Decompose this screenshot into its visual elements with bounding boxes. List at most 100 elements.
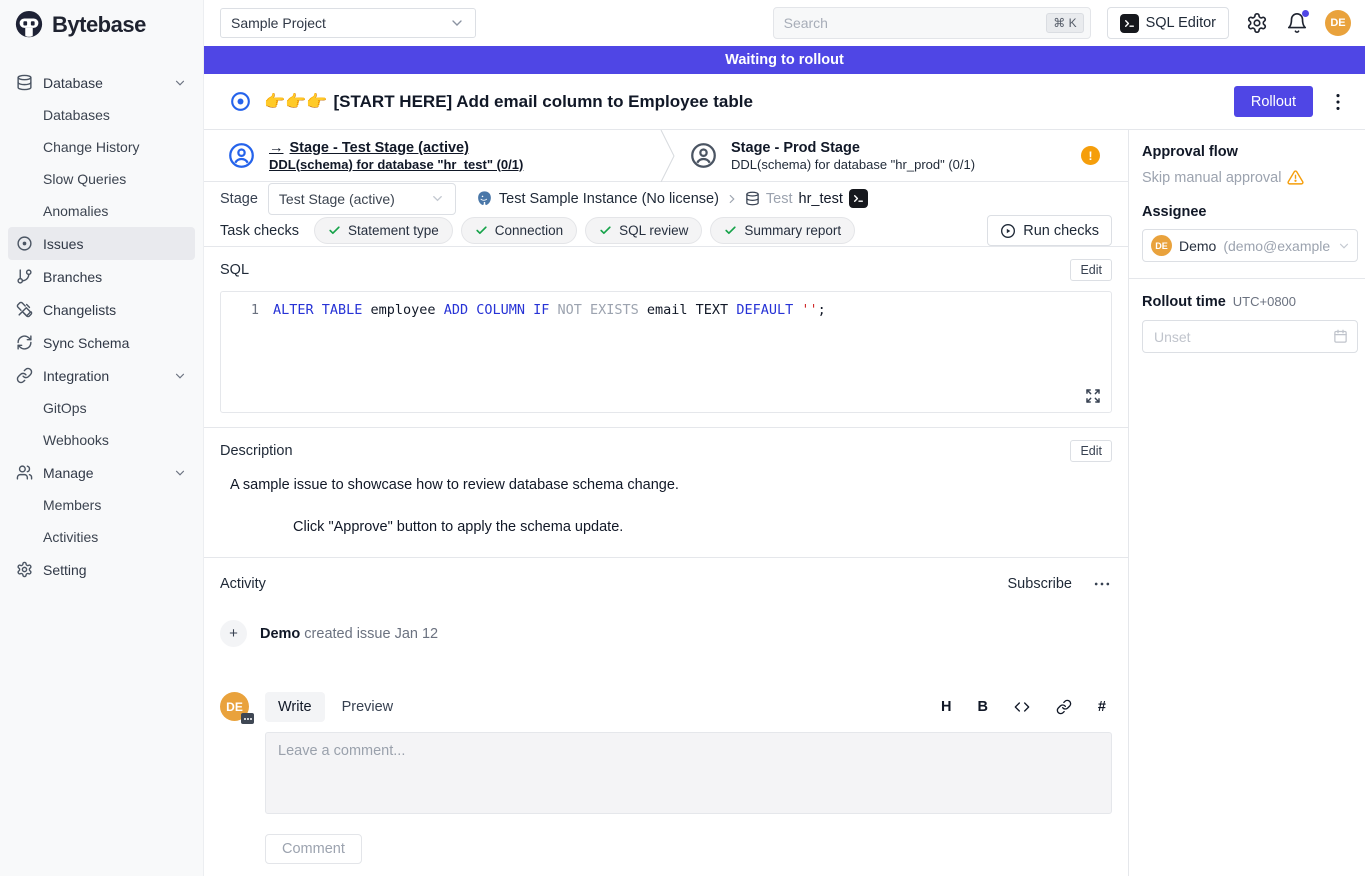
sql-edit-button[interactable]: Edit — [1070, 259, 1112, 281]
user-circle-icon — [228, 142, 255, 169]
check-pill-label: Statement type — [348, 223, 439, 238]
check-pill-summary-report[interactable]: Summary report — [710, 217, 855, 244]
settings-gear-button[interactable] — [1245, 11, 1269, 35]
search-input[interactable] — [784, 15, 1047, 31]
stage-pipeline: →Stage - Test Stage (active) DDL(schema)… — [204, 130, 1128, 182]
approval-flow-value: Skip manual approval — [1142, 169, 1358, 186]
project-select[interactable]: Sample Project — [220, 8, 476, 38]
left-sidebar: Bytebase Database Databases Change Histo… — [0, 0, 204, 876]
sidebar-item-changelists[interactable]: Changelists — [8, 293, 195, 326]
user-circle-icon — [690, 142, 717, 169]
notification-dot — [1302, 10, 1309, 17]
stage-task-detail: DDL(schema) for database "hr_prod" (0/1) — [731, 157, 975, 172]
sidebar-item-databases[interactable]: Databases — [8, 99, 195, 131]
open-sql-editor-icon[interactable] — [849, 189, 868, 208]
sidebar-item-setting[interactable]: Setting — [8, 553, 195, 586]
assignee-avatar: DE — [1151, 235, 1172, 256]
sidebar-item-anomalies[interactable]: Anomalies — [8, 195, 195, 227]
postgresql-icon — [476, 190, 493, 207]
code-format-button[interactable] — [1014, 699, 1030, 715]
check-icon — [475, 224, 488, 237]
active-stage-arrow: → — [269, 140, 284, 156]
check-icon — [328, 224, 341, 237]
bold-format-button[interactable]: B — [977, 699, 987, 715]
rollout-time-label: Rollout time — [1142, 294, 1226, 310]
skip-approval-text: Skip manual approval — [1142, 170, 1281, 186]
subscribe-button[interactable]: Subscribe — [1008, 576, 1072, 592]
sql-editor-button[interactable]: SQL Editor — [1107, 7, 1229, 39]
sidebar-item-branches[interactable]: Branches — [8, 260, 195, 293]
search-box[interactable]: ⌘ K — [773, 7, 1091, 39]
check-pill-statement-type[interactable]: Statement type — [314, 217, 453, 244]
sidebar-item-slow-queries[interactable]: Slow Queries — [8, 163, 195, 195]
expand-icon[interactable] — [1085, 388, 1101, 404]
activity-label: Activity — [220, 576, 266, 592]
sidebar-item-activities[interactable]: Activities — [8, 521, 195, 553]
comment-submit-button[interactable]: Comment — [265, 834, 362, 864]
user-avatar[interactable]: DE — [1325, 10, 1351, 36]
sidebar-item-label: Integration — [43, 368, 163, 384]
sidebar-nav: Database Databases Change History Slow Q… — [0, 48, 203, 586]
run-checks-button[interactable]: Run checks — [987, 215, 1112, 246]
instance-name[interactable]: Test Sample Instance (No license) — [499, 191, 719, 207]
status-banner[interactable]: Waiting to rollout — [204, 46, 1365, 74]
more-horizontal-icon[interactable] — [1092, 574, 1112, 594]
sidebar-item-manage[interactable]: Manage — [8, 456, 195, 489]
chevron-down-icon — [449, 15, 465, 31]
sidebar-item-sync-schema[interactable]: Sync Schema — [8, 326, 195, 359]
sidebar-item-label: GitOps — [43, 400, 187, 416]
rollout-button[interactable]: Rollout — [1234, 86, 1313, 117]
app-window: Bytebase Database Databases Change Histo… — [0, 0, 1365, 876]
hash-format-button[interactable]: # — [1098, 699, 1106, 715]
check-pill-sql-review[interactable]: SQL review — [585, 217, 702, 244]
link-format-button[interactable] — [1056, 699, 1072, 715]
task-checks-row: Task checks Statement type Connection SQ… — [204, 215, 1128, 247]
description-text: Click "Approve" button to apply the sche… — [293, 519, 1112, 535]
activity-entry: + Democreated issue Jan 12 — [220, 620, 1112, 647]
more-options-icon[interactable] — [1327, 91, 1349, 113]
content-row: →Stage - Test Stage (active) DDL(schema)… — [204, 130, 1365, 876]
gear-icon — [16, 561, 33, 578]
activity-actor[interactable]: Demo — [260, 626, 300, 642]
chevron-down-icon — [173, 76, 187, 90]
stage-select-value: Test Stage (active) — [279, 191, 395, 207]
comment-avatar: DE — [220, 692, 249, 721]
check-pill-connection[interactable]: Connection — [461, 217, 577, 244]
comment-editor: DE Write Preview H B — [220, 692, 1112, 864]
sql-editor-label: SQL Editor — [1146, 15, 1216, 31]
sidebar-item-integration[interactable]: Integration — [8, 359, 195, 392]
sidebar-item-issues[interactable]: Issues — [8, 227, 195, 260]
stage-text: Stage - Prod Stage DDL(schema) for datab… — [731, 140, 975, 172]
terminal-icon — [1120, 14, 1139, 33]
play-circle-icon — [1000, 223, 1016, 239]
rollout-time-placeholder: Unset — [1154, 329, 1191, 345]
notifications-bell-button[interactable] — [1285, 11, 1309, 35]
stage-card-prod[interactable]: Stage - Prod Stage DDL(schema) for datab… — [678, 130, 1128, 181]
tab-preview[interactable]: Preview — [329, 692, 407, 722]
sidebar-item-webhooks[interactable]: Webhooks — [8, 424, 195, 456]
assignee-label: Assignee — [1142, 204, 1358, 220]
sql-editor[interactable]: 1ALTER TABLE employee ADD COLUMN IF NOT … — [220, 291, 1112, 413]
stage-select[interactable]: Test Stage (active) — [268, 183, 456, 215]
main-pane: →Stage - Test Stage (active) DDL(schema)… — [204, 130, 1128, 876]
line-number: 1 — [221, 302, 259, 318]
warning-badge: ! — [1081, 146, 1100, 165]
sidebar-item-label: Setting — [43, 562, 187, 578]
heading-format-button[interactable]: H — [941, 699, 951, 715]
stage-card-test[interactable]: →Stage - Test Stage (active) DDL(schema)… — [204, 130, 660, 181]
sidebar-item-members[interactable]: Members — [8, 489, 195, 521]
sidebar-item-gitops[interactable]: GitOps — [8, 392, 195, 424]
assignee-select[interactable]: DE Demo (demo@example — [1142, 229, 1358, 262]
sidebar-item-change-history[interactable]: Change History — [8, 131, 195, 163]
comment-input[interactable] — [265, 732, 1112, 814]
project-select-value: Sample Project — [231, 15, 326, 31]
rollout-time-input[interactable]: Unset — [1142, 320, 1358, 353]
description-edit-button[interactable]: Edit — [1070, 440, 1112, 462]
sidebar-item-label: Changelists — [43, 302, 187, 318]
check-icon — [599, 224, 612, 237]
sidebar-item-database[interactable]: Database — [8, 66, 195, 99]
brand-logo[interactable]: Bytebase — [0, 0, 203, 48]
circle-dot-icon — [16, 235, 33, 252]
database-name[interactable]: hr_test — [799, 191, 843, 207]
tab-write[interactable]: Write — [265, 692, 325, 722]
